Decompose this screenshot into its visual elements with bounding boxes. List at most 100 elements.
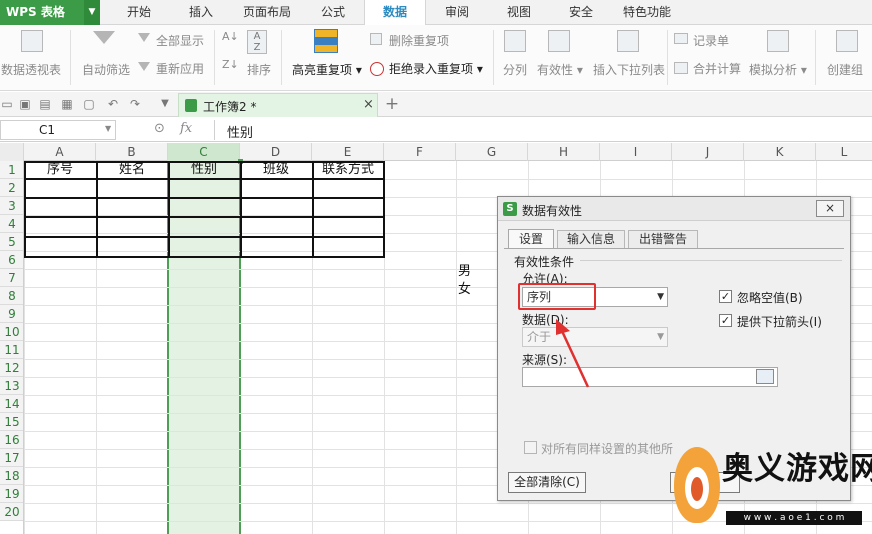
column-header-e[interactable]: E (312, 143, 384, 161)
column-header-b[interactable]: B (96, 143, 168, 161)
tab-panel-border (504, 248, 844, 249)
select-all-corner[interactable] (0, 143, 24, 161)
row-header[interactable]: 18 (0, 467, 24, 485)
ribbon-divider (214, 30, 215, 85)
reject-duplicates-button[interactable]: 拒绝录入重复项 ▾ (389, 60, 483, 77)
tab-home[interactable]: 开始 (108, 0, 170, 25)
sort-button[interactable]: 排序 (247, 61, 271, 78)
highlight-duplicates-button[interactable]: 高亮重复项 ▾ (292, 61, 362, 78)
create-group-button[interactable]: 创建组 (827, 61, 863, 78)
row-header[interactable]: 20 (0, 503, 24, 521)
record-form-button[interactable]: 记录单 (693, 32, 729, 49)
row-header[interactable]: 11 (0, 341, 24, 359)
row-header[interactable]: 15 (0, 413, 24, 431)
tab-security[interactable]: 安全 (550, 0, 612, 25)
column-header-k[interactable]: K (744, 143, 816, 161)
split-columns-button[interactable]: 分列 (503, 61, 527, 78)
close-tab-icon[interactable]: × (363, 97, 374, 112)
clear-all-button[interactable]: 全部清除(C) (508, 472, 586, 493)
name-box[interactable]: C1 ▼ (0, 120, 116, 140)
tab-view[interactable]: 视图 (488, 0, 550, 25)
column-header-j[interactable]: J (672, 143, 744, 161)
insert-dropdown-list-button[interactable]: 插入下拉列表 (593, 61, 665, 78)
range-select-icon[interactable] (756, 369, 774, 384)
auto-filter-button[interactable]: 自动筛选 (82, 61, 130, 78)
row-header[interactable]: 10 (0, 323, 24, 341)
what-if-analysis-button[interactable]: 模拟分析 ▾ (749, 61, 807, 78)
formula-content: 性别 (227, 126, 254, 141)
tab-formulas[interactable]: 公式 (302, 0, 364, 25)
row-header[interactable]: 3 (0, 197, 24, 215)
show-all-button[interactable]: 全部显示 (156, 32, 204, 49)
column-header-i[interactable]: I (600, 143, 672, 161)
delete-duplicates-button[interactable]: 删除重复项 (389, 32, 449, 49)
chevron-down-icon[interactable]: ▼ (657, 288, 664, 306)
tab-page-layout[interactable]: 页面布局 (232, 0, 302, 25)
formula-input[interactable]: 性别 (214, 120, 872, 141)
column-header-l[interactable]: L (816, 143, 872, 161)
watermark-url: w w w . a o e 1 . c o m (726, 511, 862, 525)
row-header[interactable]: 6 (0, 251, 24, 269)
print-preview-icon[interactable]: ▢ (82, 97, 96, 111)
chevron-down-icon[interactable]: ▼ (105, 124, 111, 133)
cell-c1[interactable]: 性别 (168, 161, 240, 179)
validity-button[interactable]: 有效性 ▾ (537, 61, 583, 78)
zoom-search-icon[interactable]: ⊙ (154, 121, 165, 136)
row-header[interactable]: 5 (0, 233, 24, 251)
redo-icon[interactable]: ↷ (128, 97, 142, 111)
row-header[interactable]: 9 (0, 305, 24, 323)
open-folder-icon[interactable]: ▭ (0, 97, 14, 111)
row-header[interactable]: 17 (0, 449, 24, 467)
ignore-blank-checkbox[interactable]: ✓ (719, 290, 732, 303)
row-header[interactable]: 19 (0, 485, 24, 503)
function-icon[interactable]: fx (180, 121, 192, 136)
reapply-button[interactable]: 重新应用 (156, 60, 204, 77)
consolidate-button[interactable]: 合并计算 (693, 60, 741, 77)
export-icon[interactable]: ▤ (38, 97, 52, 111)
row-header[interactable]: 16 (0, 431, 24, 449)
cell-a1[interactable]: 序号 (24, 161, 96, 179)
dropdown-arrow-checkbox[interactable]: ✓ (719, 314, 732, 327)
column-header-f[interactable]: F (384, 143, 456, 161)
apply-all-checkbox[interactable] (524, 441, 537, 454)
row-header[interactable]: 13 (0, 377, 24, 395)
tab-input-message[interactable]: 输入信息 (557, 230, 625, 248)
cell-e1[interactable]: 联系方式 (312, 161, 384, 179)
column-header-d[interactable]: D (240, 143, 312, 161)
row-header[interactable]: 7 (0, 269, 24, 287)
row-header[interactable]: 2 (0, 179, 24, 197)
tab-insert[interactable]: 插入 (170, 0, 232, 25)
cell-g6[interactable]: 男 (458, 260, 471, 279)
new-tab-icon[interactable]: + (384, 95, 400, 113)
undo-icon[interactable]: ↶ (106, 97, 120, 111)
pivot-table-button[interactable]: 数据透视表 (1, 61, 61, 78)
cell-b1[interactable]: 姓名 (96, 161, 168, 179)
tab-review[interactable]: 审阅 (426, 0, 488, 25)
tab-special[interactable]: 特色功能 (612, 0, 682, 25)
tab-data[interactable]: 数据 (364, 0, 426, 25)
row-header[interactable]: 8 (0, 287, 24, 305)
app-menu-button[interactable]: WPS 表格 ▼ (0, 0, 100, 25)
cell-d1[interactable]: 班级 (240, 161, 312, 179)
row-header[interactable]: 4 (0, 215, 24, 233)
print-icon[interactable]: ▦ (60, 97, 74, 111)
sort-asc-icon[interactable]: A↓ (222, 30, 239, 43)
chevron-down-icon[interactable]: ▼ (84, 0, 100, 25)
cell-g7[interactable]: 女 (458, 278, 471, 297)
tab-settings[interactable]: 设置 (508, 229, 554, 249)
save-icon[interactable]: ▣ (18, 97, 32, 111)
chevron-down-icon[interactable]: ▼ (657, 328, 664, 346)
document-tab[interactable]: 工作簿2 * × (178, 93, 378, 117)
close-icon[interactable]: × (816, 200, 844, 217)
column-header-c[interactable]: C (168, 143, 240, 161)
row-header[interactable]: 1 (0, 161, 24, 179)
dialog-titlebar[interactable]: S 数据有效性 × (498, 197, 850, 221)
column-header-a[interactable]: A (24, 143, 96, 161)
column-header-h[interactable]: H (528, 143, 600, 161)
row-header[interactable]: 12 (0, 359, 24, 377)
customize-toolbar-icon[interactable]: ▼ (158, 97, 172, 111)
sort-desc-icon[interactable]: Z↓ (222, 58, 239, 71)
row-header[interactable]: 14 (0, 395, 24, 413)
column-header-g[interactable]: G (456, 143, 528, 161)
tab-error-alert[interactable]: 出错警告 (628, 230, 698, 248)
